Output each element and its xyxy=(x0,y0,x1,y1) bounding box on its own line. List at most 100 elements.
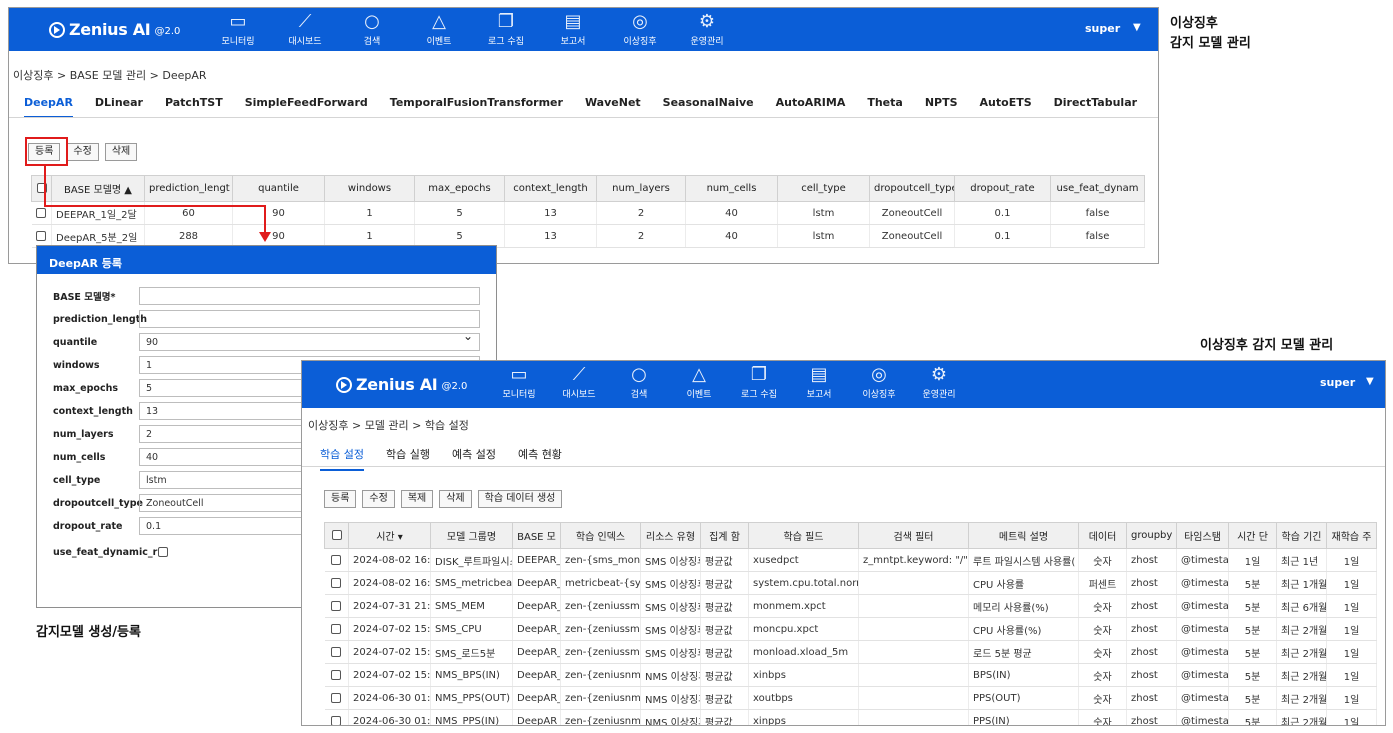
tab-item[interactable]: SeasonalNaive xyxy=(663,96,754,118)
row-checkbox[interactable] xyxy=(331,623,342,634)
tab-item[interactable]: DLinear xyxy=(95,96,143,118)
column-header[interactable]: max_epochs xyxy=(414,175,505,202)
row-checkbox[interactable] xyxy=(331,577,342,588)
edit-button[interactable]: 수정 xyxy=(66,143,99,161)
column-header[interactable]: 검색 필터 xyxy=(858,522,969,549)
table-row[interactable]: 2024-07-02 15:02SMS_로드5분DeepAR_5zen-{zen… xyxy=(324,640,1377,664)
nav-item[interactable]: ⚙ 운영관리 xyxy=(680,8,734,48)
table-row[interactable]: 2024-07-31 21:44SMS_MEMDeepAR_5zen-{zeni… xyxy=(324,594,1377,618)
nav-item[interactable]: ▤ 보고서 xyxy=(546,8,600,48)
tab-item[interactable]: WaveNet xyxy=(585,96,641,118)
column-header[interactable]: use_feat_dynam xyxy=(1050,175,1145,202)
column-header[interactable]: context_length xyxy=(504,175,597,202)
nav-item[interactable]: △ 이벤트 xyxy=(412,8,466,48)
row-checkbox[interactable] xyxy=(331,646,342,657)
user-menu-caret-icon[interactable]: ▼ xyxy=(1133,22,1141,33)
nav-item[interactable]: ▭ 모니터링 xyxy=(492,361,546,401)
nav-item[interactable]: ❐ 로그 수집 xyxy=(732,361,786,401)
user-menu-caret-icon[interactable]: ▼ xyxy=(1366,376,1374,387)
generate-training-data-button[interactable]: 학습 데이터 생성 xyxy=(477,490,563,508)
row-checkbox[interactable] xyxy=(331,669,342,680)
nav-item[interactable]: ▭ 모니터링 xyxy=(211,8,265,48)
column-header[interactable]: 학습 필드 xyxy=(748,522,859,549)
table-row[interactable]: 2024-07-02 15:02NMS_BPS(IN)DeepAR_5zen-{… xyxy=(324,663,1377,687)
nav-item[interactable]: ◎ 이상징후 xyxy=(852,361,906,401)
table-cell: 2024-07-02 15:02 xyxy=(348,617,431,641)
column-header[interactable]: num_cells xyxy=(685,175,778,202)
tab-item[interactable]: NPTS xyxy=(925,96,958,118)
tab-item[interactable]: AutoARIMA xyxy=(776,96,846,118)
column-header[interactable]: 시간 단 xyxy=(1228,522,1277,549)
column-header[interactable]: prediction_lengt xyxy=(144,175,233,202)
tab-item[interactable]: PatchTST xyxy=(165,96,223,118)
table-row[interactable]: 2024-08-02 16:27DISK_루트파일시스DEEPAR_1zen-{… xyxy=(324,548,1377,572)
edit-button[interactable]: 수정 xyxy=(362,490,395,508)
nav-item[interactable]: ▤ 보고서 xyxy=(792,361,846,401)
table-row[interactable]: 2024-06-30 01:28NMS_PPS(IN)DeepAR_5zen-{… xyxy=(324,709,1377,725)
select-all-checkbox[interactable] xyxy=(331,530,342,540)
nav-item[interactable]: ○ 검색 xyxy=(612,361,666,401)
column-header[interactable]: 모델 그룹명 xyxy=(430,522,513,549)
column-header[interactable]: num_layers xyxy=(596,175,686,202)
column-header[interactable]: dropoutcell_type xyxy=(869,175,955,202)
table-cell: 최근 2개월 xyxy=(1276,640,1327,664)
row-checkbox[interactable] xyxy=(331,715,342,725)
tab-item[interactable]: DirectTabular xyxy=(1054,96,1137,118)
field-input[interactable] xyxy=(139,287,480,305)
delete-button[interactable]: 삭제 xyxy=(104,143,138,161)
column-header[interactable]: 타임스탬 xyxy=(1176,522,1229,549)
table-row[interactable]: 2024-06-30 01:28NMS_PPS(OUT)DeepAR_5zen-… xyxy=(324,686,1377,710)
table-cell: DeepAR_5 xyxy=(512,709,561,725)
row-checkbox[interactable] xyxy=(36,207,47,218)
tab-item[interactable]: SimpleFeedForward xyxy=(245,96,368,118)
field-select[interactable]: 90 xyxy=(139,331,480,351)
nav-item[interactable]: ○ 검색 xyxy=(345,8,399,48)
delete-button[interactable]: 삭제 xyxy=(439,490,472,508)
column-header[interactable]: 메트릭 설명 xyxy=(968,522,1079,549)
nav-item[interactable]: ⟋ 대시보드 xyxy=(278,8,332,48)
column-header[interactable]: windows xyxy=(324,175,415,202)
user-name[interactable]: super xyxy=(1085,22,1120,35)
nav-item[interactable]: △ 이벤트 xyxy=(672,361,726,401)
column-header[interactable]: 데이터 xyxy=(1078,522,1127,549)
column-header[interactable]: groupby xyxy=(1126,522,1177,549)
field-input[interactable] xyxy=(139,310,480,328)
tab-item[interactable]: 학습 설정 xyxy=(320,446,364,471)
tab-item[interactable]: DeepAR xyxy=(24,96,73,118)
column-header[interactable]: 집계 함 xyxy=(700,522,749,549)
tab-item[interactable]: TemporalFusionTransformer xyxy=(390,96,563,118)
row-checkbox[interactable] xyxy=(331,692,342,703)
table-cell: 5분 xyxy=(1228,686,1277,710)
table-cell xyxy=(858,663,969,687)
table-row[interactable]: 2024-07-02 15:02SMS_CPUDeepAR_5zen-{zeni… xyxy=(324,617,1377,641)
register-button[interactable]: 등록 xyxy=(324,490,357,508)
use-feat-dynamic-checkbox[interactable] xyxy=(158,547,169,557)
column-header[interactable]: quantile xyxy=(232,175,325,202)
tab-item[interactable]: 예측 현황 xyxy=(518,446,562,471)
column-header[interactable]: cell_type xyxy=(777,175,870,202)
table-cell: NMS_PPS(OUT) xyxy=(430,686,513,710)
column-header[interactable]: 학습 기긴 xyxy=(1276,522,1327,549)
column-header[interactable]: BASE 모 xyxy=(512,522,561,549)
user-name[interactable]: super xyxy=(1320,376,1355,389)
nav-item[interactable]: ⚙ 운영관리 xyxy=(912,361,966,401)
copy-button[interactable]: 복제 xyxy=(400,490,434,508)
column-header[interactable]: BASE 모델명 ▲ xyxy=(51,175,145,202)
table-row[interactable]: 2024-08-02 16:06SMS_metricbeatDeepAR_5me… xyxy=(324,571,1377,595)
column-header[interactable]: 리소스 유형 xyxy=(640,522,701,549)
tab-item[interactable]: 학습 실행 xyxy=(386,446,430,471)
row-checkbox[interactable] xyxy=(36,230,47,241)
nav-item[interactable]: ◎ 이상징후 xyxy=(613,8,667,48)
column-header[interactable]: dropout_rate xyxy=(954,175,1051,202)
column-header[interactable]: 시간 ▾ xyxy=(348,522,431,549)
nav-item[interactable]: ⟋ 대시보드 xyxy=(552,361,606,401)
tab-item[interactable]: Theta xyxy=(867,96,902,118)
column-header[interactable]: 학습 인덱스 xyxy=(560,522,641,549)
gear-icon: ⚙ xyxy=(698,11,716,32)
column-header[interactable]: 재학습 주 xyxy=(1326,522,1377,549)
tab-item[interactable]: AutoETS xyxy=(980,96,1032,118)
tab-item[interactable]: 예측 설정 xyxy=(452,446,496,471)
nav-item[interactable]: ❐ 로그 수집 xyxy=(479,8,533,48)
row-checkbox[interactable] xyxy=(331,600,342,611)
row-checkbox[interactable] xyxy=(331,554,342,565)
